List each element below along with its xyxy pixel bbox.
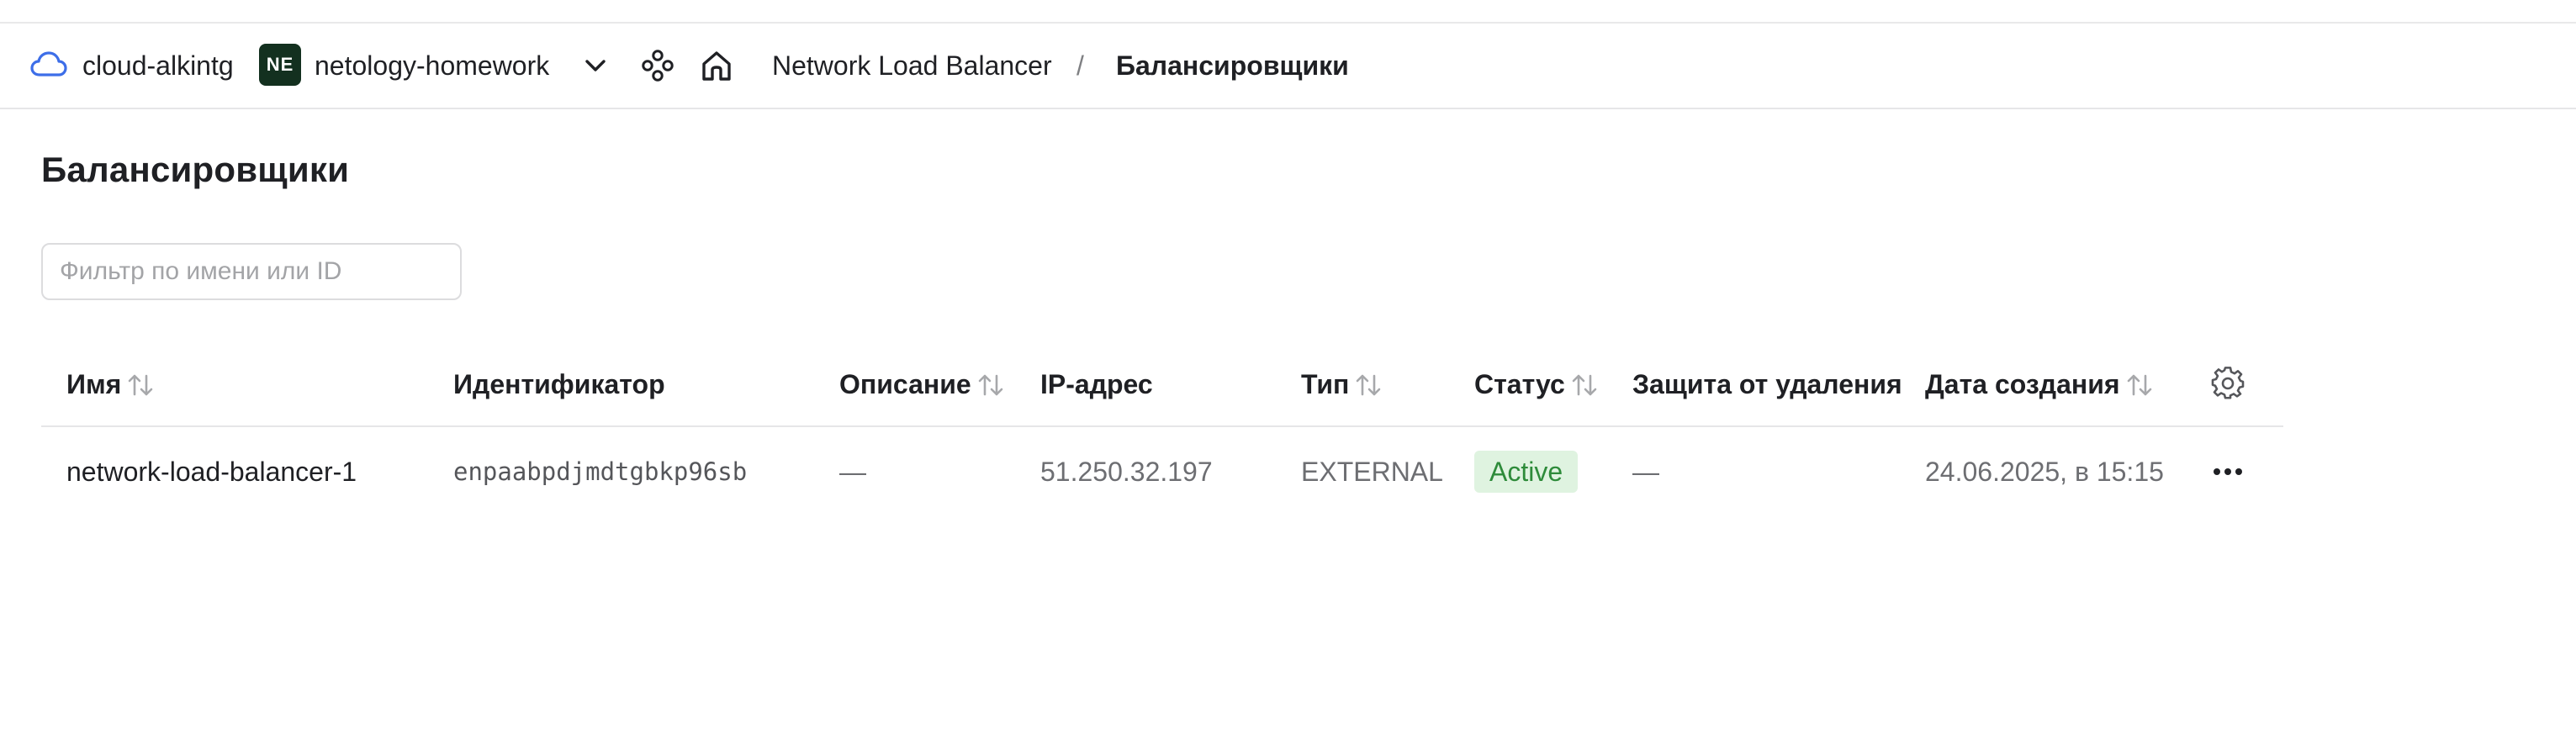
column-label: Статус xyxy=(1474,369,1565,399)
sort-icon[interactable] xyxy=(1570,372,1599,398)
column-header-ip: IP-адрес xyxy=(1040,343,1153,425)
top-strip xyxy=(0,0,2576,24)
column-header-deletion-protection: Защита от удаления xyxy=(1632,343,1902,425)
cell-ip: 51.250.32.197 xyxy=(1040,457,1213,487)
cell-created: 24.06.2025, в 15:15 xyxy=(1925,457,2164,487)
chevron-down-icon[interactable] xyxy=(580,50,611,81)
filter-input[interactable] xyxy=(41,243,462,300)
breadcrumb-service[interactable]: Network Load Balancer xyxy=(772,24,1052,108)
gear-icon[interactable] xyxy=(2211,367,2245,400)
column-header-status[interactable]: Статус xyxy=(1474,343,1599,425)
cell-type: EXTERNAL xyxy=(1301,457,1443,487)
table-header: Имя Идентификатор Описание IP-адрес Тип … xyxy=(41,343,2283,427)
column-label: Идентификатор xyxy=(453,369,665,399)
column-header-description[interactable]: Описание xyxy=(839,343,1005,425)
sort-icon[interactable] xyxy=(976,372,1005,398)
status-badge: Active xyxy=(1474,451,1579,493)
home-icon[interactable] xyxy=(698,47,735,84)
top-navigation-bar: cloud-alkintg NE netology-homework Netwo… xyxy=(0,24,2576,109)
cloud-icon[interactable] xyxy=(30,49,67,79)
cell-name[interactable]: network-load-balancer-1 xyxy=(66,427,357,516)
column-label: Тип xyxy=(1301,369,1350,399)
column-label: Имя xyxy=(66,369,122,399)
column-label: Защита от удаления xyxy=(1632,369,1902,399)
column-label: IP-адрес xyxy=(1040,369,1153,399)
sort-icon[interactable] xyxy=(2125,372,2154,398)
balancers-table: Имя Идентификатор Описание IP-адрес Тип … xyxy=(41,343,2283,516)
breadcrumb-current: Балансировщики xyxy=(1116,50,1349,81)
table-row[interactable]: network-load-balancer-1 enpaabpdjmdtgbkp… xyxy=(41,427,2283,516)
column-header-created[interactable]: Дата создания xyxy=(1925,343,2154,425)
column-label: Описание xyxy=(839,369,971,399)
column-label: Дата создания xyxy=(1925,369,2120,399)
cloud-selector[interactable]: cloud-alkintg xyxy=(82,24,234,108)
folder-selector[interactable]: netology-homework xyxy=(315,24,549,108)
cell-deletion-protection: — xyxy=(1632,457,1659,487)
folder-avatar[interactable]: NE xyxy=(259,44,301,86)
column-header-type[interactable]: Тип xyxy=(1301,343,1383,425)
services-icon[interactable] xyxy=(639,47,676,84)
cell-description: — xyxy=(839,457,866,487)
cell-id: enpaabpdjmdtgbkp96sb xyxy=(453,457,748,486)
column-header-name[interactable]: Имя xyxy=(66,343,155,425)
breadcrumb-separator: / xyxy=(1076,50,1084,81)
page-title: Балансировщики xyxy=(41,150,350,189)
sort-icon[interactable] xyxy=(1354,372,1383,398)
more-actions-icon[interactable] xyxy=(2209,459,2246,484)
sort-icon[interactable] xyxy=(126,372,155,398)
column-header-id: Идентификатор xyxy=(453,343,665,425)
